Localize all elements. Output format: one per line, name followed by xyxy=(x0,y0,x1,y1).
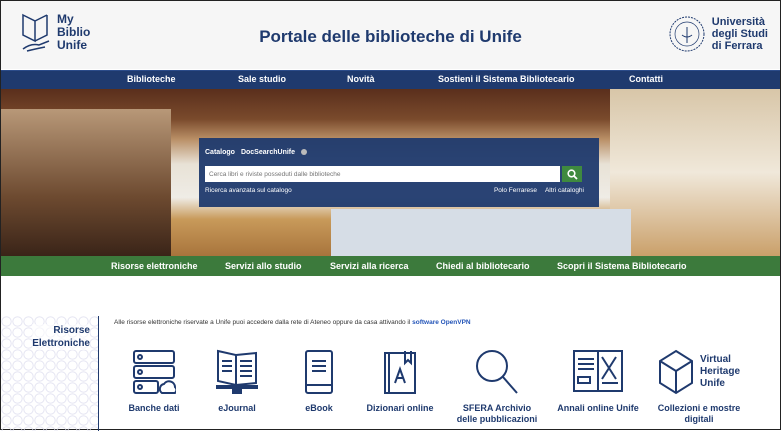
ereader-icon xyxy=(305,350,333,394)
resource-label: eJournal xyxy=(218,403,256,413)
subnav-risorse[interactable]: Risorse elettroniche xyxy=(111,261,198,271)
openvpn-link[interactable]: software OpenVPN xyxy=(412,319,471,326)
vhu-line: Heritage xyxy=(699,366,740,377)
magnifier-icon xyxy=(476,350,518,394)
section-title-line: Risorse xyxy=(53,325,90,336)
search-button[interactable] xyxy=(562,166,582,182)
search-icon xyxy=(566,168,578,180)
resource-label: Dizionari online xyxy=(366,403,434,413)
hero-wall-left xyxy=(1,109,171,256)
unife-logo[interactable]: Università degli Studi di Ferrara xyxy=(668,15,768,53)
monitor-journal-icon xyxy=(216,349,258,394)
resource-label: Collezioni e mostre digitali xyxy=(657,403,741,424)
intro-text: Alle risorse elettroniche riservate a Un… xyxy=(114,319,471,326)
resource-collezioni[interactable]: Virtual Heritage Unife Collezioni e mostre… xyxy=(649,349,749,425)
section-title: Risorse Elettroniche xyxy=(32,324,90,350)
subnav-chiedi[interactable]: Chiedi al bibliotecario xyxy=(436,261,530,271)
nav-sale-studio[interactable]: Sale studio xyxy=(238,74,286,84)
main-nav: Biblioteche Sale studio Novità Sostieni … xyxy=(1,70,780,89)
intro-sentence: Alle risorse elettroniche riservate a Un… xyxy=(114,319,411,326)
search-panel: Catalogo DocSearchUnife Ricerca avanzata … xyxy=(199,138,599,207)
resource-sfera[interactable]: SFERA Archivio delle pubblicazioni xyxy=(452,349,542,425)
nav-sostieni[interactable]: Sostieni il Sistema Bibliotecario xyxy=(438,74,575,84)
resource-dizionari[interactable]: Dizionari online xyxy=(355,349,445,414)
sub-nav: Risorse elettroniche Servizi allo studio… xyxy=(1,256,780,276)
altri-cataloghi-link[interactable]: Altri cataloghi xyxy=(545,187,584,194)
resource-ejournal[interactable]: eJournal xyxy=(192,349,282,414)
university-line: Università xyxy=(711,16,765,28)
vhu-line: Virtual xyxy=(699,354,731,365)
info-icon[interactable] xyxy=(301,149,308,156)
resource-label: eBook xyxy=(305,403,333,413)
university-line: degli Studi xyxy=(711,28,768,40)
divider xyxy=(98,316,99,431)
university-line: di Ferrara xyxy=(711,40,763,52)
nav-novita[interactable]: Novità xyxy=(347,74,375,84)
resource-label: SFERA Archivio delle pubblicazioni xyxy=(456,403,538,424)
resource-label: Banche dati xyxy=(128,403,180,413)
resource-annali[interactable]: Annali online Unife xyxy=(553,349,643,414)
section-title-line: Elettroniche xyxy=(32,338,90,349)
page-title: Portale delle biblioteche di Unife xyxy=(259,27,522,46)
open-book-icon xyxy=(573,350,623,392)
hero-wall-right xyxy=(610,89,780,256)
university-seal-icon xyxy=(669,16,705,52)
header: My Biblio Unife Portale delle biblioteche … xyxy=(1,1,780,69)
vhu-line: Unife xyxy=(699,378,725,389)
subnav-scopri[interactable]: Scopri il Sistema Bibliotecario xyxy=(557,261,687,271)
polo-ferrarese-link[interactable]: Polo Ferrarese xyxy=(494,187,537,194)
subnav-servizi-studio[interactable]: Servizi allo studio xyxy=(225,261,302,271)
tab-docsearch[interactable]: DocSearchUnife xyxy=(241,149,295,156)
advanced-search-link[interactable]: Ricerca avanzata sul catalogo xyxy=(205,187,292,194)
cube-icon xyxy=(658,349,693,395)
nav-biblioteche[interactable]: Biblioteche xyxy=(127,74,176,84)
search-input[interactable] xyxy=(205,166,560,182)
hero-floor xyxy=(331,209,631,256)
subnav-servizi-ricerca[interactable]: Servizi alla ricerca xyxy=(330,261,409,271)
section-sidebar: Risorse Elettroniche xyxy=(1,316,98,431)
resource-banche-dati[interactable]: Banche dati xyxy=(109,349,199,414)
nav-contatti[interactable]: Contatti xyxy=(629,74,663,84)
resource-label: Annali online Unife xyxy=(557,403,639,413)
tab-catalogo[interactable]: Catalogo xyxy=(205,149,235,156)
database-cloud-icon xyxy=(133,350,176,394)
dictionary-icon xyxy=(384,351,416,394)
resource-ebook[interactable]: eBook xyxy=(274,349,364,414)
